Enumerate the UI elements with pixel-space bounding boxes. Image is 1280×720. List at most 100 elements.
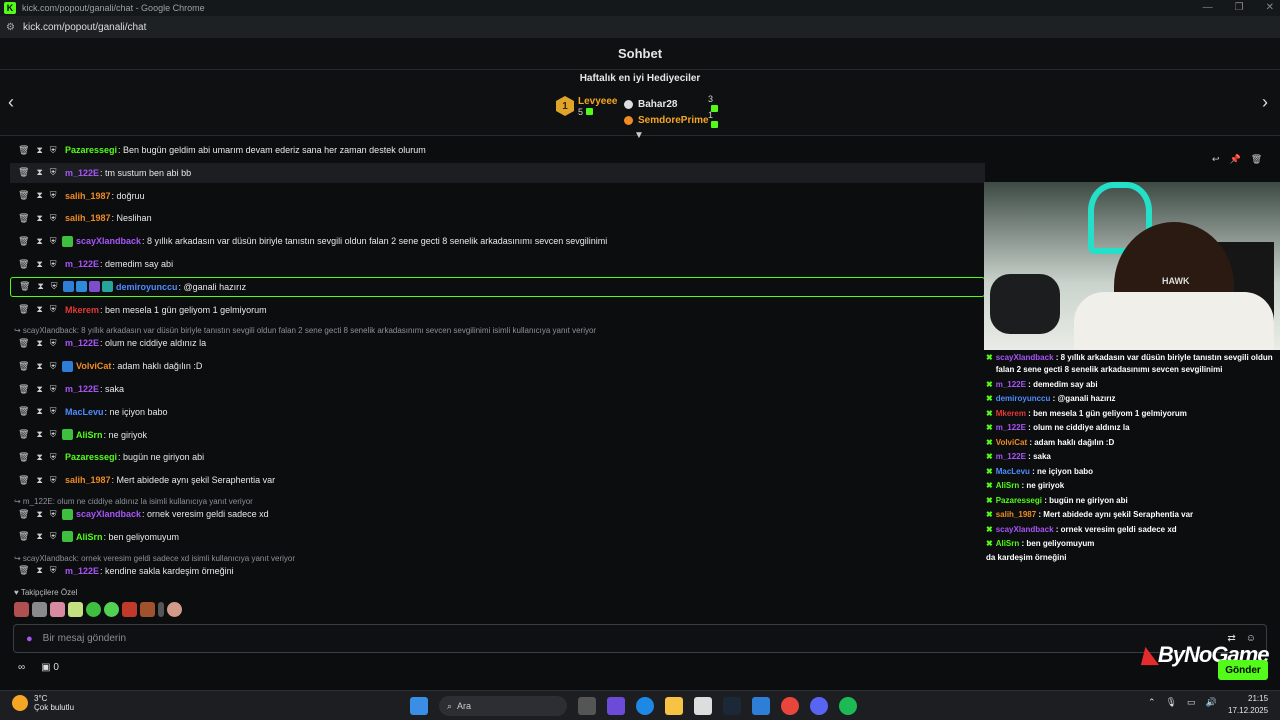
ban-icon[interactable]: ⛨ (50, 338, 57, 349)
clock[interactable]: 21:15 17.12.2025 (1228, 693, 1268, 717)
discord-icon[interactable] (810, 697, 828, 715)
timeout-icon[interactable]: ⧗ (36, 145, 42, 156)
emote-icon[interactable] (14, 602, 29, 617)
ban-icon[interactable]: ⛨ (50, 236, 57, 247)
chat-message[interactable]: 🗑 ⧗ ⛨ m_122E: kendine sakla kardeşim örneği… (10, 561, 985, 581)
site-info-icon[interactable]: ⚙ (6, 22, 15, 33)
emote-icon[interactable] (122, 602, 137, 617)
address-bar[interactable]: ⚙ kick.com/popout/ganali/chat (0, 16, 1280, 38)
chat-message[interactable]: 🗑 ⧗ ⛨ VolviCat: adam haklı dağılın :D (10, 356, 985, 376)
delete-icon[interactable]: 🗑 (1251, 154, 1262, 165)
chat-username[interactable]: demiroyunccu (116, 282, 178, 292)
ban-icon[interactable]: ⛨ (50, 475, 57, 486)
delete-icon[interactable]: 🗑 (18, 190, 29, 201)
delete-icon[interactable]: 🗑 (19, 281, 30, 292)
timeout-icon[interactable]: ⧗ (36, 304, 42, 315)
timeout-icon[interactable]: ⧗ (36, 167, 42, 178)
chat-username[interactable]: salih_1987 (65, 213, 111, 223)
timeout-icon[interactable]: ⧗ (36, 338, 42, 349)
start-icon[interactable] (410, 697, 428, 715)
delete-icon[interactable]: 🗑 (18, 167, 29, 178)
chat-username[interactable]: Mkerem (65, 305, 99, 315)
gifter-row[interactable]: SemdorePrime 1 (624, 110, 718, 128)
prev-arrow-icon[interactable]: ‹ (8, 92, 14, 113)
timeout-icon[interactable]: ⧗ (36, 213, 42, 224)
chat-username[interactable]: scayXlandback (76, 509, 141, 519)
timeout-icon[interactable]: ⧗ (36, 190, 42, 201)
mail-icon[interactable] (752, 697, 770, 715)
close-button[interactable]: ✕ (1266, 2, 1274, 13)
spotify-icon[interactable] (839, 697, 857, 715)
ban-icon[interactable]: ⛨ (50, 213, 57, 224)
timeout-icon[interactable]: ⧗ (36, 384, 42, 395)
chat-username[interactable]: scayXlandback (76, 236, 141, 246)
ban-icon[interactable]: ⛨ (50, 429, 57, 440)
chat-message[interactable]: 🗑 ⧗ ⛨ AliSrn: ben geliyomuyum (10, 527, 985, 547)
ban-icon[interactable]: ⛨ (50, 565, 57, 576)
store-icon[interactable] (694, 697, 712, 715)
microphone-icon[interactable]: ● (26, 633, 33, 645)
delete-icon[interactable]: 🗑 (18, 338, 29, 349)
chat-message[interactable]: 🗑 ⧗ ⛨ Mkerem: ben mesela 1 gün geliyom 1 ge… (10, 300, 985, 320)
chat-username[interactable]: salih_1987 (65, 475, 111, 485)
task-view-icon[interactable] (578, 697, 596, 715)
steam-icon[interactable] (723, 697, 741, 715)
ban-icon[interactable]: ⛨ (50, 452, 57, 463)
chat-message[interactable]: 🗑 ⧗ ⛨ m_122E: demedim say abi (10, 254, 985, 274)
emote-icon[interactable] (86, 602, 101, 617)
chrome-icon[interactable] (781, 697, 799, 715)
chat-message[interactable]: 🗑 ⧗ ⛨ scayXlandback: 8 yıllık arkadasın var… (10, 231, 985, 251)
delete-icon[interactable]: 🗑 (18, 145, 29, 156)
emote-icon[interactable] (167, 602, 182, 617)
pin-icon[interactable]: 📌 (1230, 154, 1241, 165)
chat-username[interactable]: m_122E (65, 259, 99, 269)
copilot-icon[interactable] (607, 697, 625, 715)
emote-icon[interactable] (104, 602, 119, 617)
timeout-icon[interactable]: ⧗ (37, 281, 43, 292)
maximize-button[interactable]: ❐ (1235, 2, 1244, 13)
ban-icon[interactable]: ⛨ (50, 361, 57, 372)
chat-username[interactable]: m_122E (65, 566, 99, 576)
ban-icon[interactable]: ⛨ (50, 145, 57, 156)
emote-icon[interactable] (50, 602, 65, 617)
delete-icon[interactable]: 🗑 (18, 213, 29, 224)
chat-message[interactable]: 🗑 ⧗ ⛨ m_122E: tm sustum ben abi bb (10, 162, 985, 183)
delete-icon[interactable]: 🗑 (18, 361, 29, 372)
delete-icon[interactable]: 🗑 (18, 531, 29, 542)
delete-icon[interactable]: 🗑 (18, 304, 29, 315)
ban-icon[interactable]: ⛨ (50, 406, 57, 417)
timeout-icon[interactable]: ⧗ (36, 236, 42, 247)
gifter-row[interactable]: Bahar28 3 (624, 94, 718, 112)
minimize-button[interactable]: — (1203, 2, 1213, 13)
delete-icon[interactable]: 🗑 (18, 406, 29, 417)
chat-message[interactable]: 🗑 ⧗ ⛨ m_122E: saka (10, 379, 985, 399)
ban-icon[interactable]: ⛨ (50, 259, 57, 270)
chat-message[interactable]: 🗑 ⧗ ⛨ salih_1987: doğruu (10, 186, 985, 206)
timeout-icon[interactable]: ⧗ (36, 509, 42, 520)
chat-username[interactable]: Pazaressegi (65, 145, 117, 155)
chat-message[interactable]: 🗑 ⧗ ⛨ scayXlandback: ornek veresim geldi sa… (10, 504, 985, 524)
timeout-icon[interactable]: ⧗ (36, 565, 42, 576)
timeout-icon[interactable]: ⧗ (36, 452, 42, 463)
timeout-icon[interactable]: ⧗ (36, 429, 42, 440)
ban-icon[interactable]: ⛨ (50, 509, 57, 520)
emote-icon[interactable] (140, 602, 155, 617)
ban-icon[interactable]: ⛨ (50, 304, 57, 315)
infinity-icon[interactable]: ∞ (18, 662, 25, 673)
edge-icon[interactable] (636, 697, 654, 715)
emote-icon[interactable] (68, 602, 83, 617)
delete-icon[interactable]: 🗑 (18, 429, 29, 440)
chat-message[interactable]: 🗑 ⧗ ⛨ demiroyunccu: @ganali hazırız (10, 276, 985, 297)
ban-icon[interactable]: ⛨ (50, 190, 57, 201)
timeout-icon[interactable]: ⧗ (36, 531, 42, 542)
timeout-icon[interactable]: ⧗ (36, 361, 42, 372)
ban-icon[interactable]: ⛨ (50, 531, 57, 542)
chat-username[interactable]: MacLevu (65, 407, 104, 417)
chat-username[interactable]: m_122E (65, 168, 99, 178)
message-input[interactable]: ● Bir mesaj gönderin ⇄ ☺ (13, 624, 1267, 653)
delete-icon[interactable]: 🗑 (18, 236, 29, 247)
delete-icon[interactable]: 🗑 (18, 509, 29, 520)
chat-username[interactable]: VolviCat (76, 361, 111, 371)
network-icon[interactable]: ▭ (1187, 697, 1196, 708)
timeout-icon[interactable]: ⧗ (36, 259, 42, 270)
